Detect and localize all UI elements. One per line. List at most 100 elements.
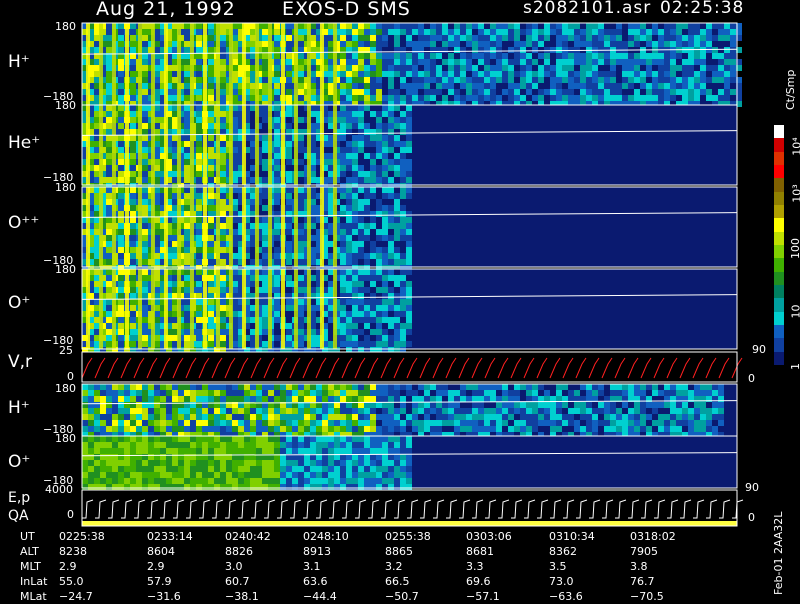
spectrogram-cell	[676, 29, 682, 35]
spectrogram-cell	[340, 89, 346, 95]
spectrogram-cell	[250, 436, 256, 442]
spectrogram-cell	[658, 65, 664, 71]
spectrogram-stripe	[86, 105, 90, 185]
spectrogram-cell	[364, 171, 370, 177]
spectrogram-cell	[370, 177, 376, 183]
spectrogram-cell	[430, 65, 436, 71]
spectrogram-cell	[394, 299, 400, 305]
spectrogram-cell	[220, 147, 226, 153]
spectrogram-cell	[466, 29, 472, 35]
spectrogram-cell	[376, 402, 382, 408]
spectrogram-cell	[406, 259, 412, 265]
spectrogram-cell	[412, 41, 418, 47]
spectrogram-cell	[442, 29, 448, 35]
spectrogram-cell	[196, 442, 202, 448]
spectrogram-cell	[670, 65, 676, 71]
spectrogram-cell	[352, 29, 358, 35]
spectrogram-cell	[274, 95, 280, 101]
spectrogram-cell	[340, 205, 346, 211]
spectrogram-cell	[346, 329, 352, 335]
spectrogram-cell	[556, 59, 562, 65]
spectrogram-cell	[382, 281, 388, 287]
spectrogram-cell	[166, 396, 172, 402]
spectrogram-cell	[208, 323, 214, 329]
spectrogram-cell	[208, 287, 214, 293]
spectrogram-cell	[400, 402, 406, 408]
spectrogram-cell	[610, 95, 616, 101]
spectrogram-cell	[472, 41, 478, 47]
spectrogram-cell	[664, 65, 670, 71]
spectrogram-cell	[130, 335, 136, 341]
spectrogram-cell	[328, 414, 334, 420]
spectrogram-cell	[610, 29, 616, 35]
spectrogram-cell	[154, 420, 160, 426]
spectrogram-cell	[82, 396, 88, 402]
spectrogram-cell	[400, 95, 406, 101]
spectrogram-cell	[478, 426, 484, 432]
spectrogram-cell	[586, 408, 592, 414]
spectrogram-cell	[130, 123, 136, 129]
spectrogram-cell	[292, 472, 298, 478]
spectrogram-cell	[142, 259, 148, 265]
spectrogram-cell	[622, 402, 628, 408]
spectrogram-stripe	[112, 105, 116, 185]
spectrogram-cell	[196, 153, 202, 159]
spectrogram-cell	[196, 89, 202, 95]
spectrogram-cell	[580, 402, 586, 408]
spectrogram-cell	[328, 396, 334, 402]
spectrogram-cell	[568, 59, 574, 65]
spectrogram-cell	[496, 23, 502, 29]
spectrogram-cell	[394, 165, 400, 171]
spectrogram-cell	[220, 466, 226, 472]
spectrogram-stripe	[307, 187, 311, 267]
spectrogram-cell	[370, 77, 376, 83]
spectrogram-cell	[220, 311, 226, 317]
spectrogram-cell	[634, 408, 640, 414]
spectrogram-cell	[220, 41, 226, 47]
spectrogram-cell	[520, 384, 526, 390]
spectrogram-cell	[184, 299, 190, 305]
spectrogram-cell	[658, 29, 664, 35]
spectrogram-cell	[400, 323, 406, 329]
spectrogram-cell	[304, 466, 310, 472]
spectrogram-cell	[292, 442, 298, 448]
spectrogram-cell	[658, 71, 664, 77]
spectrogram-stripe	[125, 23, 129, 105]
spectrogram-cell	[730, 53, 736, 59]
spectrogram-cell	[574, 71, 580, 77]
spectrogram-cell	[262, 41, 268, 47]
spectrogram-cell	[112, 472, 118, 478]
spectrogram-cell	[256, 408, 262, 414]
spectrogram-cell	[490, 65, 496, 71]
spectrogram-cell	[172, 396, 178, 402]
spectrogram-cell	[622, 71, 628, 77]
spectrogram-cell	[208, 414, 214, 420]
spectrogram-cell	[670, 29, 676, 35]
spectrogram-cell	[628, 83, 634, 89]
spectrogram-cell	[262, 317, 268, 323]
spectrogram-cell	[460, 396, 466, 402]
spectrogram-cell	[340, 448, 346, 454]
spectrogram-cell	[568, 65, 574, 71]
spectrogram-cell	[352, 199, 358, 205]
spectrogram-cell	[178, 478, 184, 484]
spectrogram-cell	[700, 71, 706, 77]
spectrogram-cell	[370, 384, 376, 390]
spectrogram-cell	[352, 135, 358, 141]
spectrogram-cell	[106, 253, 112, 259]
spectrogram-cell	[400, 217, 406, 223]
spectrogram-cell	[340, 65, 346, 71]
spectrogram-cell	[172, 466, 178, 472]
spectrogram-cell	[118, 193, 124, 199]
spectrogram-cell	[208, 442, 214, 448]
spectrogram-cell	[532, 426, 538, 432]
spectrogram-cell	[142, 77, 148, 83]
spectrogram-cell	[130, 414, 136, 420]
spectrogram-cell	[274, 165, 280, 171]
spectrogram-cell	[358, 341, 364, 347]
spectrogram-cell	[310, 478, 316, 484]
spectrogram-cell	[526, 23, 532, 29]
spectrogram-cell	[184, 414, 190, 420]
spectrogram-cell	[160, 466, 166, 472]
spectrogram-cell	[268, 442, 274, 448]
